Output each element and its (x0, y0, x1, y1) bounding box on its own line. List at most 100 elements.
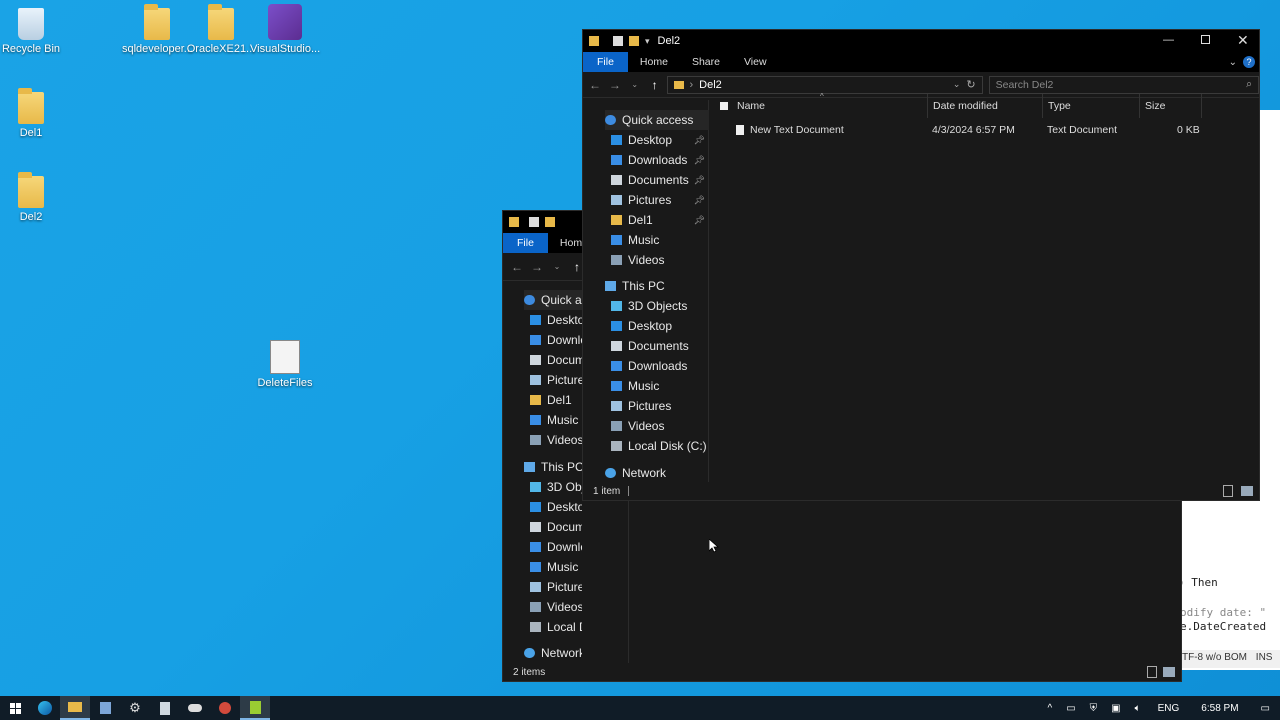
start-button[interactable] (0, 696, 30, 720)
desktop-icon-visualstudio[interactable]: VisualStudio... (250, 4, 320, 55)
nav-item[interactable]: Network (605, 463, 709, 483)
desktop-icon-del1[interactable]: Del1 (0, 88, 66, 139)
nav-item[interactable]: Videos (530, 597, 582, 617)
nav-item[interactable]: Music (611, 230, 709, 250)
address-field[interactable]: › Del2 ⌄ ↻ (666, 75, 983, 94)
folder-icon (18, 172, 44, 208)
nav-item[interactable]: Pictures 📌︎ (611, 190, 709, 210)
nav-item[interactable]: Downloa (530, 330, 582, 350)
network-tray-icon[interactable]: ▭ (1059, 703, 1082, 714)
taskbar-app-red[interactable] (210, 696, 240, 720)
file-row[interactable]: New Text Document 4/3/2024 6:57 PM Text … (710, 120, 1259, 140)
taskbar-app-notepad[interactable] (150, 696, 180, 720)
desktop-icon (611, 321, 622, 331)
nav-item[interactable]: Documents 📌︎ (611, 170, 709, 190)
column-header-size[interactable]: Size (1140, 94, 1202, 118)
disk-icon (530, 622, 541, 632)
video-icon (530, 435, 541, 445)
column-header-name[interactable]: Name (732, 94, 928, 118)
nav-item[interactable]: Videos (611, 416, 709, 436)
nav-item[interactable]: Local Disk (C:) (530, 617, 582, 637)
nav-item[interactable]: Videos (530, 430, 582, 450)
gear-icon: ⚙ (129, 700, 141, 715)
nav-item[interactable]: Documents (611, 336, 709, 356)
nav-item[interactable]: Music (530, 557, 582, 577)
pin-icon[interactable]: 📌︎ (694, 135, 705, 146)
help-icon[interactable]: ? (1243, 56, 1255, 68)
refresh-icon[interactable]: ↻ (966, 78, 975, 91)
nav-item[interactable]: Desktop 📌︎ (611, 130, 709, 150)
nav-item-label: 3D Objects (628, 299, 688, 313)
details-view-icon[interactable] (1147, 666, 1157, 678)
clock[interactable]: 6:58 PM (1189, 703, 1250, 714)
security-tray-icon[interactable]: ⛨ (1083, 703, 1105, 714)
search-input[interactable]: Search Del2 ⌕ (988, 75, 1259, 94)
nav-item[interactable]: Del1 📌︎ (611, 210, 709, 230)
show-hidden-icons-icon[interactable]: ^ (1041, 703, 1060, 714)
large-icons-view-icon[interactable] (1163, 667, 1175, 677)
star-icon (524, 295, 535, 305)
explorer-window-del2[interactable]: ▾ Del2 — ✕ File Home Share View ⌄ ? ← → … (582, 29, 1260, 501)
desktop-icon-recycle-bin[interactable]: Recycle Bin (0, 8, 66, 55)
picture-icon (611, 401, 622, 411)
nav-item[interactable]: This PC (605, 276, 709, 296)
taskbar-file-explorer[interactable] (60, 696, 90, 720)
minimize-icon[interactable]: — (1163, 34, 1174, 46)
nav-item[interactable]: Desktop (530, 497, 582, 517)
pin-icon[interactable]: 📌︎ (694, 215, 705, 226)
taskbar-edge[interactable] (30, 696, 60, 720)
nav-item[interactable]: Downloads (611, 356, 709, 376)
nav-item[interactable]: Pictures (611, 396, 709, 416)
download-icon (530, 542, 541, 552)
input-language[interactable]: ENG (1148, 703, 1190, 714)
column-header-type[interactable]: Type (1043, 94, 1140, 118)
nav-item[interactable]: Desktop (530, 310, 582, 330)
volume-icon[interactable]: 🔈︎ (1128, 703, 1148, 714)
desktop-icon-oraclexe[interactable]: OracleXE21... (186, 4, 256, 55)
select-all-checkbox[interactable] (720, 102, 728, 110)
pin-icon[interactable]: 📌︎ (694, 195, 705, 206)
tab-view[interactable]: View (732, 52, 779, 72)
maximize-icon[interactable] (1201, 35, 1210, 44)
nav-item[interactable]: Del1 (530, 390, 582, 410)
nav-item-label: Music (628, 233, 660, 247)
nav-item[interactable]: Pictures (530, 577, 582, 597)
taskbar-app-notepadpp[interactable] (240, 696, 270, 720)
nav-item[interactable]: Quick acce (524, 290, 582, 310)
details-view-icon[interactable] (1223, 485, 1233, 497)
nav-item[interactable]: Quick access (605, 110, 709, 130)
save-disk-icon (99, 702, 111, 714)
nav-item[interactable]: Network (524, 643, 582, 663)
nav-item[interactable]: Downloads (530, 537, 582, 557)
nav-item[interactable]: 3D Objec (530, 477, 582, 497)
nav-item[interactable]: Pictures (530, 370, 582, 390)
search-icon[interactable]: ⌕ (1246, 78, 1252, 91)
column-header-date-modified[interactable]: Date modified (928, 94, 1043, 118)
pin-icon[interactable]: 📌︎ (694, 175, 705, 186)
nav-item[interactable]: 3D Objects (611, 296, 709, 316)
nav-item[interactable]: Music (530, 410, 582, 430)
address-dropdown-icon[interactable]: ⌄ (953, 79, 961, 90)
nav-item[interactable]: Documen (530, 350, 582, 370)
nav-item[interactable]: Videos (611, 250, 709, 270)
nav-item[interactable]: Downloads 📌︎ (611, 150, 709, 170)
taskbar-app-settings[interactable]: ⚙ (120, 696, 150, 720)
close-icon[interactable]: ✕ (1237, 32, 1249, 49)
nav-item[interactable]: Documents (530, 517, 582, 537)
nav-item[interactable]: This PC (524, 457, 582, 477)
nav-item-label: Network (622, 466, 667, 480)
windows-update-tray-icon[interactable]: ▣ (1104, 703, 1127, 714)
large-icons-view-icon[interactable] (1241, 486, 1253, 496)
desktop-icon-del2[interactable]: Del2 (0, 172, 66, 223)
notification-icon[interactable]: ▭ (1251, 703, 1280, 714)
taskbar-app-disk[interactable] (90, 696, 120, 720)
nav-item[interactable]: Local Disk (C:) (611, 436, 709, 456)
pin-icon[interactable]: 📌︎ (694, 155, 705, 166)
nav-item[interactable]: Music (611, 376, 709, 396)
desktop-icon-sqldeveloper[interactable]: sqldeveloper... (122, 4, 193, 55)
ribbon-expand-icon[interactable]: ⌄ (1229, 57, 1237, 68)
taskbar-app-cloud[interactable] (180, 696, 210, 720)
notepad-icon (160, 701, 170, 715)
nav-item[interactable]: Desktop (611, 316, 709, 336)
desktop-icon-deletefiles[interactable]: DeleteFiles (250, 340, 320, 389)
